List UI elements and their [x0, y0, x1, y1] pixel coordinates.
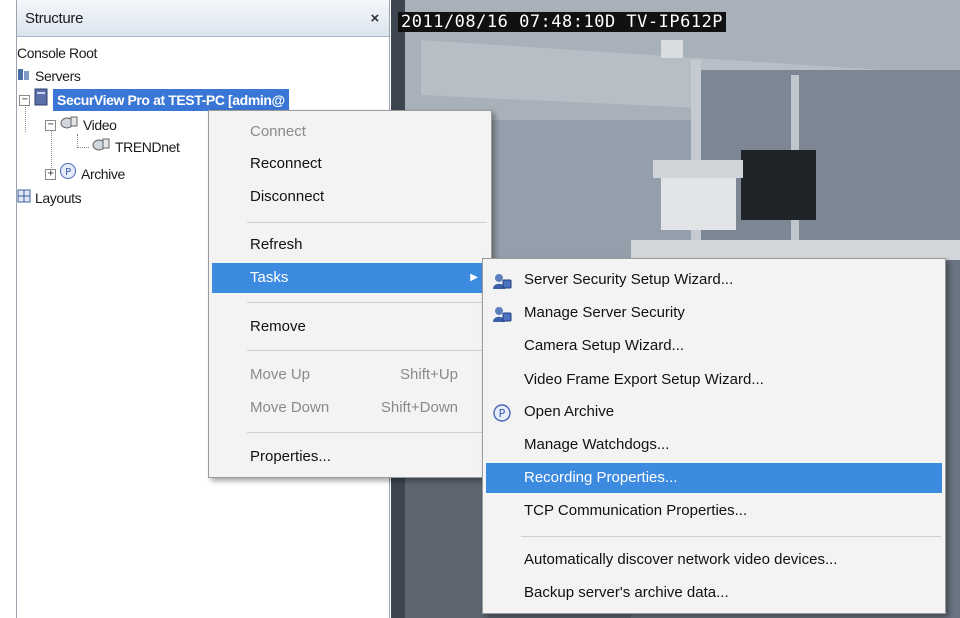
menu-item-disconnect[interactable]: Disconnect: [212, 182, 488, 212]
security-wizard-icon: [492, 271, 512, 289]
menu-item-connect[interactable]: Connect: [212, 117, 488, 147]
menu-shortcut: Shift+Up: [400, 366, 458, 383]
menu-label: TCP Communication Properties...: [524, 502, 748, 519]
security-icon: [492, 304, 512, 322]
menu-separator: [247, 432, 487, 433]
menu-label: Refresh: [250, 236, 303, 253]
menu-separator: [247, 222, 487, 223]
menu-item-move-up[interactable]: Move Up Shift+Up: [212, 360, 488, 390]
tree-node-console-root[interactable]: Console Root: [17, 42, 97, 64]
camera-timestamp-overlay: 2011/08/16 07:48:10D TV-IP612P: [398, 12, 727, 32]
menu-label: Open Archive: [524, 403, 615, 420]
panel-title: Structure: [25, 9, 84, 27]
menu-label: Disconnect: [250, 188, 325, 205]
tree-label: Layouts: [35, 190, 82, 206]
layouts-icon: [17, 187, 31, 209]
menu-label: Remove: [250, 318, 306, 335]
menu-item-manage-watchdogs[interactable]: Manage Watchdogs...: [486, 430, 942, 460]
menu-separator: [521, 536, 941, 537]
menu-item-remove[interactable]: Remove: [212, 312, 488, 342]
collapse-icon[interactable]: −: [19, 94, 30, 106]
structure-panel-header: Structure ×: [17, 0, 389, 37]
menu-item-server-security-setup-wizard[interactable]: Server Security Setup Wizard...: [486, 265, 942, 295]
menu-item-manage-server-security[interactable]: Manage Server Security: [486, 298, 942, 328]
menu-label: Connect: [250, 123, 306, 140]
submenu-arrow-icon: ▶: [470, 272, 478, 283]
context-menu: Connect Reconnect Disconnect Refresh Tas…: [208, 110, 492, 478]
menu-label: Manage Watchdogs...: [524, 436, 670, 453]
menu-label: Backup server's archive data...: [524, 584, 729, 601]
menu-item-tasks[interactable]: Tasks ▶: [212, 263, 488, 293]
archive-icon: P: [492, 403, 512, 422]
tree-label: Archive: [81, 166, 125, 182]
collapse-icon[interactable]: −: [45, 119, 56, 131]
tree-node-camera[interactable]: TRENDnet: [91, 136, 180, 158]
menu-item-properties[interactable]: Properties...: [212, 442, 488, 472]
menu-label: Automatically discover network video dev…: [524, 551, 838, 568]
svg-text:P: P: [499, 407, 506, 420]
tree-label: TRENDnet: [115, 139, 180, 155]
menu-item-auto-discover-devices[interactable]: Automatically discover network video dev…: [486, 545, 942, 575]
menu-label: Move Up: [250, 366, 311, 383]
menu-label: Tasks: [250, 269, 289, 286]
menu-item-camera-setup-wizard[interactable]: Camera Setup Wizard...: [486, 331, 942, 361]
archive-icon: P: [59, 162, 77, 186]
menu-item-refresh[interactable]: Refresh: [212, 230, 488, 260]
tree-node-archive[interactable]: + P Archive: [45, 163, 125, 185]
tree-node-server[interactable]: − SecurView Pro at TEST-PC [admin@: [19, 88, 289, 112]
menu-label: Recording Properties...: [524, 469, 678, 486]
expand-icon[interactable]: +: [45, 168, 56, 180]
svg-text:P: P: [65, 167, 71, 178]
server-icon: [33, 88, 49, 112]
menu-label: Reconnect: [250, 155, 322, 172]
tree-label: Servers: [35, 68, 81, 84]
menu-item-reconnect[interactable]: Reconnect: [212, 149, 488, 179]
tree-node-servers[interactable]: Servers: [17, 65, 81, 87]
menu-item-video-frame-export-setup-wizard[interactable]: Video Frame Export Setup Wizard...: [486, 365, 942, 395]
camera-group-icon: [59, 114, 79, 136]
menu-label: Camera Setup Wizard...: [524, 337, 685, 354]
menu-shortcut: Shift+Down: [380, 399, 458, 416]
menu-separator: [247, 350, 487, 351]
menu-label: Properties...: [250, 448, 331, 465]
menu-item-tcp-communication-properties[interactable]: TCP Communication Properties...: [486, 496, 942, 526]
menu-label: Move Down: [250, 399, 330, 416]
tree-node-video[interactable]: − Video: [45, 114, 117, 136]
menu-item-recording-properties[interactable]: Recording Properties...: [486, 463, 942, 493]
menu-label: Manage Server Security: [524, 304, 685, 321]
tree-label-selected: SecurView Pro at TEST-PC [admin@: [53, 89, 289, 111]
tree-label: Console Root: [17, 45, 98, 61]
menu-label: Server Security Setup Wizard...: [524, 271, 734, 288]
servers-folder-icon: [17, 65, 31, 87]
menu-label: Video Frame Export Setup Wizard...: [524, 371, 764, 388]
tasks-submenu: Server Security Setup Wizard... Manage S…: [482, 258, 946, 614]
camera-icon: [91, 136, 111, 158]
menu-item-open-archive[interactable]: P Open Archive: [486, 397, 942, 427]
tree-label: Video: [83, 117, 117, 133]
menu-item-move-down[interactable]: Move Down Shift+Down: [212, 393, 488, 423]
menu-item-backup-archive-data[interactable]: Backup server's archive data...: [486, 578, 942, 608]
close-icon[interactable]: ×: [371, 10, 380, 27]
tree-node-layouts[interactable]: Layouts: [17, 187, 82, 209]
menu-separator: [247, 302, 487, 303]
